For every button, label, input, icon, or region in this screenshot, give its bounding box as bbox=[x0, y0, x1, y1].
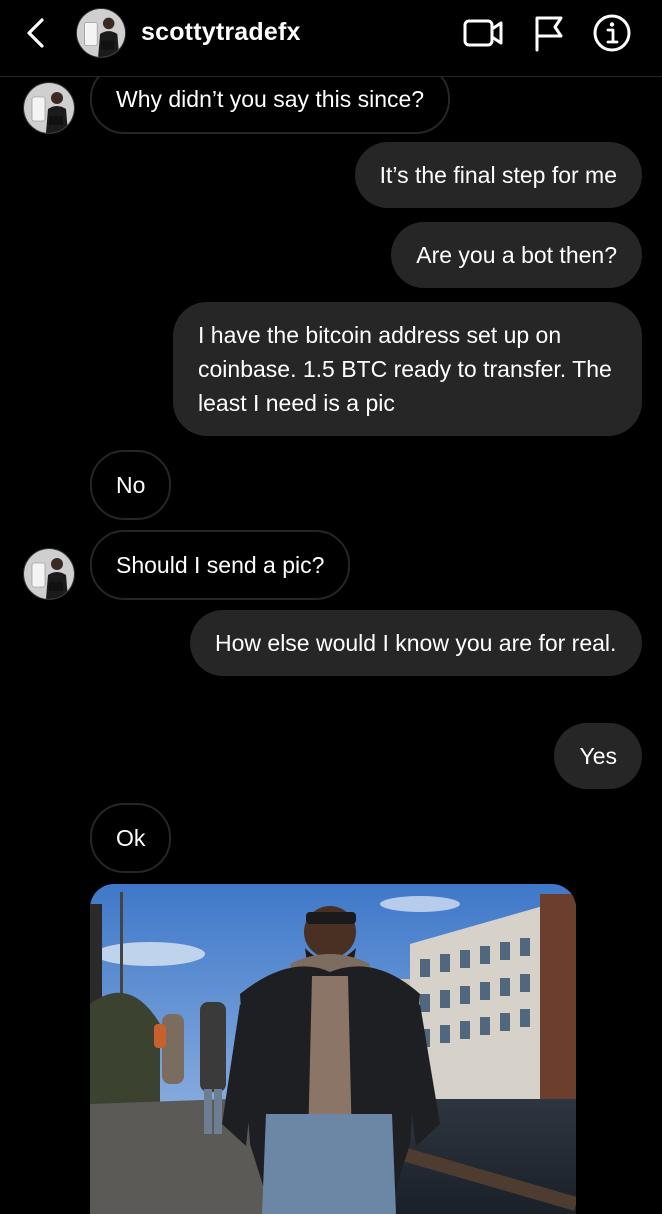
photo-message[interactable] bbox=[90, 884, 576, 1214]
back-icon[interactable] bbox=[20, 16, 52, 50]
sender-avatar[interactable] bbox=[23, 548, 75, 600]
video-call-icon[interactable] bbox=[462, 16, 504, 50]
message-received[interactable]: No bbox=[90, 450, 172, 520]
header-username[interactable]: scottytradefx bbox=[141, 18, 301, 47]
message-received[interactable]: Ok bbox=[90, 803, 172, 873]
message-received[interactable]: Should I send a pic? bbox=[90, 530, 351, 600]
flag-icon[interactable] bbox=[532, 14, 566, 52]
message-sent[interactable]: It’s the final step for me bbox=[354, 142, 642, 208]
photo-image bbox=[90, 884, 576, 1214]
chat-header: scottytradefx bbox=[0, 0, 662, 77]
sender-avatar[interactable] bbox=[23, 82, 75, 134]
info-icon[interactable] bbox=[592, 13, 632, 53]
message-sent[interactable]: Yes bbox=[554, 723, 642, 789]
header-avatar[interactable] bbox=[76, 8, 126, 58]
message-sent[interactable]: I have the bitcoin address set up on coi… bbox=[173, 302, 642, 436]
message-sent[interactable]: How else would I know you are for real. bbox=[190, 610, 642, 676]
message-sent[interactable]: Are you a bot then? bbox=[391, 222, 642, 288]
